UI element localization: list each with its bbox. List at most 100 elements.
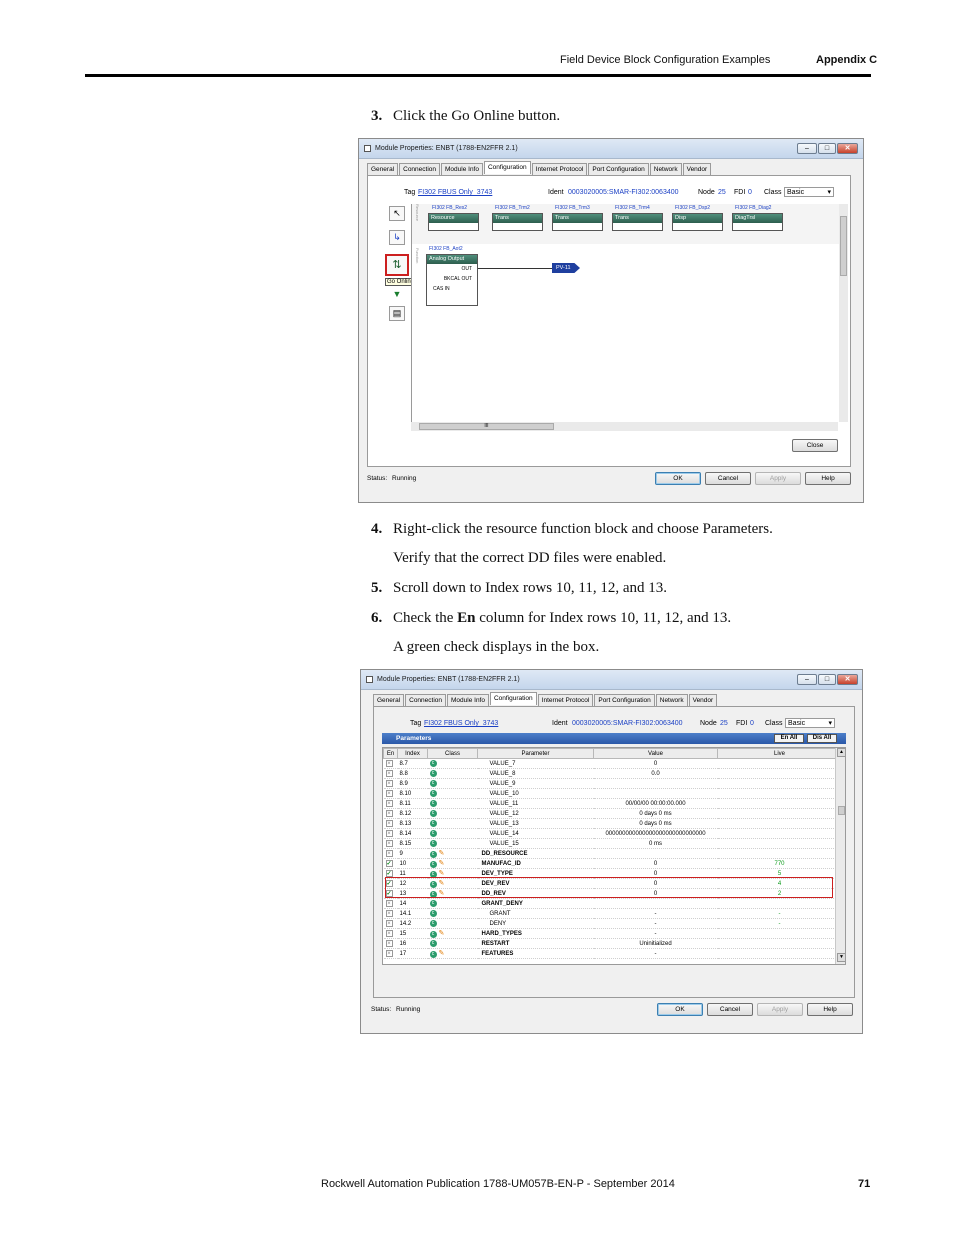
table-row[interactable]: ✓ 10 c ✎ MANUFAC_ID 0 770: [383, 858, 842, 869]
ok-button[interactable]: OK: [657, 1003, 703, 1016]
column-header-en[interactable]: En: [383, 748, 398, 759]
checkbox-unchecked-icon[interactable]: ×: [385, 940, 393, 947]
column-header-parameter[interactable]: Parameter: [477, 748, 594, 759]
enable-all-button[interactable]: En All: [774, 734, 804, 743]
value-cell[interactable]: 0: [593, 758, 718, 769]
checkbox-unchecked-icon[interactable]: ×: [385, 910, 393, 917]
checkbox-unchecked-icon[interactable]: ×: [385, 830, 393, 837]
help-button[interactable]: Help: [805, 472, 851, 485]
tab-module-info[interactable]: Module Info: [447, 694, 489, 706]
class-select[interactable]: Basic ▾: [784, 187, 834, 197]
checkbox-unchecked-icon[interactable]: ×: [385, 770, 393, 777]
tab-connection[interactable]: Connection: [399, 163, 441, 175]
close-window-button[interactable]: ✕: [837, 143, 858, 154]
arrow-pointer-icon[interactable]: ↖: [389, 206, 405, 221]
value-cell[interactable]: -: [593, 948, 718, 959]
go-online-button[interactable]: ⇅: [385, 254, 409, 276]
close-button[interactable]: Close: [792, 439, 838, 452]
checkbox-unchecked-icon[interactable]: ×: [385, 850, 393, 857]
horizontal-scrollbar[interactable]: III: [411, 422, 838, 431]
tab-port-configuration[interactable]: Port Configuration: [588, 163, 649, 175]
value-cell[interactable]: -: [593, 908, 718, 919]
tab-general[interactable]: General: [373, 694, 405, 706]
maximize-button[interactable]: □: [818, 674, 836, 685]
apply-button[interactable]: Apply: [755, 472, 801, 485]
transducer-block[interactable]: Trans: [552, 213, 603, 231]
tab-port-configuration[interactable]: Port Configuration: [594, 694, 655, 706]
table-row[interactable]: × 8.13 c VALUE_13 0 days 0 ms: [383, 818, 842, 829]
cancel-button[interactable]: Cancel: [705, 472, 751, 485]
table-row[interactable]: × 17 c ✎ FEATURES -: [383, 948, 842, 959]
value-cell[interactable]: [593, 778, 718, 789]
column-header-live[interactable]: Live: [717, 748, 842, 759]
class-select[interactable]: Basic ▾: [785, 718, 835, 728]
cancel-button[interactable]: Cancel: [707, 1003, 753, 1016]
tag-reference[interactable]: PV-11: [552, 263, 580, 273]
analog-output-block[interactable]: Analog Output OUT BKCAL OUT CAS IN: [426, 254, 478, 306]
tab-configuration[interactable]: Configuration: [483, 161, 531, 174]
tab-connection[interactable]: Connection: [405, 694, 447, 706]
value-cell[interactable]: 0 days 0 ms: [593, 818, 718, 829]
help-button[interactable]: Help: [807, 1003, 853, 1016]
table-row[interactable]: × 14.2 c DENY - -: [383, 918, 842, 929]
value-cell[interactable]: 0.0: [593, 768, 718, 779]
table-row[interactable]: × 8.7 c VALUE_7 0: [383, 758, 842, 769]
checkbox-unchecked-icon[interactable]: ×: [385, 900, 393, 907]
column-header-index[interactable]: Index: [397, 748, 428, 759]
maximize-button[interactable]: □: [818, 143, 836, 154]
tab-network[interactable]: Network: [649, 163, 682, 175]
table-row[interactable]: × 8.15 c VALUE_15 0 ms: [383, 838, 842, 849]
apply-button[interactable]: Apply: [757, 1003, 803, 1016]
scroll-up-icon[interactable]: ▲: [837, 748, 845, 757]
checkbox-unchecked-icon[interactable]: ×: [385, 810, 393, 817]
transducer-block[interactable]: Trans: [612, 213, 663, 231]
tab-configuration[interactable]: Configuration: [489, 692, 537, 705]
value-cell[interactable]: [593, 788, 718, 799]
value-cell[interactable]: [593, 898, 718, 909]
table-row[interactable]: × 8.12 c VALUE_12 0 days 0 ms: [383, 808, 842, 819]
minimize-button[interactable]: –: [797, 674, 817, 685]
table-row[interactable]: × 8.11 c VALUE_11 00/00/00 00:00:00.000: [383, 798, 842, 809]
table-row[interactable]: × 8.8 c VALUE_8 0.0: [383, 768, 842, 779]
display-block[interactable]: Disp: [672, 213, 723, 231]
minimize-button[interactable]: –: [797, 143, 817, 154]
function-block-canvas[interactable]: Resource Function FI302 FB_Res2 FI302 FB…: [411, 204, 839, 422]
table-row[interactable]: × 14.1 c GRANT - -: [383, 908, 842, 919]
table-row[interactable]: × 15 c ✎ HARD_TYPES -: [383, 928, 842, 939]
scroll-thumb[interactable]: III: [419, 423, 554, 430]
value-cell[interactable]: -: [593, 918, 718, 929]
tab-network[interactable]: Network: [655, 694, 688, 706]
checkbox-unchecked-icon[interactable]: ×: [385, 780, 393, 787]
table-row[interactable]: × 9 c ✎ DD_RESOURCE: [383, 848, 842, 859]
checkbox-unchecked-icon[interactable]: ×: [385, 800, 393, 807]
value-cell[interactable]: Uninitialized: [593, 938, 718, 949]
value-cell[interactable]: -: [593, 928, 718, 939]
value-cell[interactable]: 000000000000000000000000000000: [593, 828, 718, 839]
checkbox-unchecked-icon[interactable]: ×: [385, 950, 393, 957]
value-cell[interactable]: 0 ms: [593, 838, 718, 849]
value-cell[interactable]: 00/00/00 00:00:00.000: [593, 798, 718, 809]
checkbox-unchecked-icon[interactable]: ×: [385, 840, 393, 847]
value-cell[interactable]: 0: [593, 858, 718, 869]
tab-internet-protocol[interactable]: Internet Protocol: [531, 163, 588, 175]
value-cell[interactable]: [593, 848, 718, 859]
checkbox-unchecked-icon[interactable]: ×: [385, 820, 393, 827]
checkbox-unchecked-icon[interactable]: ×: [385, 760, 393, 767]
checkbox-checked-icon[interactable]: ✓: [385, 860, 393, 867]
checkbox-checked-icon[interactable]: ✓: [385, 870, 393, 877]
wire-connect-icon[interactable]: ↳: [389, 230, 405, 245]
scroll-thumb[interactable]: [838, 806, 845, 815]
table-row[interactable]: × 8.14 c VALUE_14 00000000000000000000000000…: [383, 828, 842, 839]
tab-module-info[interactable]: Module Info: [441, 163, 483, 175]
diagnostic-block[interactable]: DiagTrsl: [732, 213, 783, 231]
transducer-block[interactable]: Trans: [492, 213, 543, 231]
tab-general[interactable]: General: [367, 163, 399, 175]
tab-internet-protocol[interactable]: Internet Protocol: [537, 694, 594, 706]
checkbox-unchecked-icon[interactable]: ×: [385, 790, 393, 797]
vertical-scrollbar[interactable]: [839, 204, 848, 422]
table-row[interactable]: × 8.9 c VALUE_9: [383, 778, 842, 789]
vertical-scrollbar[interactable]: ▲ ▼: [835, 748, 845, 964]
tab-vendor[interactable]: Vendor: [682, 163, 712, 175]
checkbox-unchecked-icon[interactable]: ×: [385, 920, 393, 927]
column-header-value[interactable]: Value: [593, 748, 718, 759]
